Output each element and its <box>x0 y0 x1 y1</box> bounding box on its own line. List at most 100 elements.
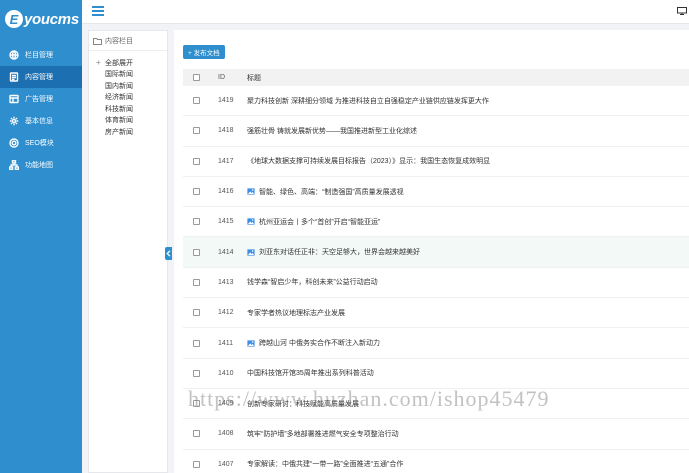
category-tree: + 全部展开 国际新闻 国内新闻 经济新闻 科技新闻 体育新闻 房产新闻 <box>89 51 167 138</box>
tree-node-label: 房产新闻 <box>105 128 133 136</box>
image-icon <box>247 188 255 195</box>
top-bar <box>82 0 689 24</box>
table-row: 1410 中国科技馆开馆35周年推出系列科普活动 <box>183 359 689 389</box>
table-body: 1419 聚力科技创新 深耕细分领域 为推进科技自立自强稳定产业链供应链发挥更大作… <box>183 86 689 473</box>
collapse-panel-button[interactable] <box>165 247 172 260</box>
tree-node-label: 国际新闻 <box>105 71 133 79</box>
sidebar-item-label: 栏目管理 <box>25 52 53 59</box>
row-title-link[interactable]: 中国科技馆开馆35周年推出系列科普活动 <box>247 368 374 378</box>
image-icon <box>247 249 255 256</box>
row-id: 1408 <box>218 430 234 438</box>
target-icon <box>8 137 20 149</box>
row-title-link[interactable]: 钱学森“智启少年，科创未来”公益行动启动 <box>247 277 378 287</box>
tree-node-label: 科技新闻 <box>105 105 133 113</box>
row-id: 1418 <box>218 127 234 135</box>
tree-node[interactable]: 房产新闻 <box>89 126 167 138</box>
row-title-link[interactable]: 专家解读：中俄共建“一带一路”全面推进“五通”合作 <box>247 459 403 469</box>
tree-node-label: 经济新闻 <box>105 94 133 102</box>
image-icon <box>247 339 255 347</box>
row-checkbox[interactable] <box>193 97 200 105</box>
column-header-title: 标题 <box>247 74 261 82</box>
row-title-link[interactable]: 刘亚东对话任正非：天空足够大，世界会越来越美好 <box>259 247 420 257</box>
row-id: 1409 <box>218 400 234 408</box>
table-row: 1417 《地球大数据支撑可持续发展目标报告（2023）》显示：我国生态恢复成效明… <box>183 147 689 177</box>
row-id: 1417 <box>218 157 234 165</box>
tree-node-label: 全部展开 <box>105 59 133 67</box>
row-checkbox[interactable] <box>193 400 200 408</box>
sidebar-item-label: 功能地图 <box>25 162 53 169</box>
tree-node[interactable]: 国际新闻 <box>89 69 167 81</box>
expand-plus-icon[interactable]: + <box>96 58 103 67</box>
gear-icon <box>8 115 20 127</box>
category-tree-header: 内容栏目 <box>89 31 167 51</box>
content-main: + 发布文档 ID 标题 1419 聚力科技创新 深耕细分领域 为推进科技自立自强… <box>174 30 689 473</box>
row-title-link[interactable]: 跨越山河 中俄务实合作不断注入新动力 <box>259 338 380 348</box>
table-header: ID 标题 <box>183 69 689 86</box>
row-checkbox[interactable] <box>193 369 200 377</box>
row-title-link[interactable]: 杭州亚运会丨多个“首创”开启“智能亚运” <box>259 217 380 227</box>
row-id: 1411 <box>218 339 234 347</box>
table-row: 1407 专家解读：中俄共建“一带一路”全面推进“五通”合作 <box>183 450 689 473</box>
row-id: 1414 <box>218 248 234 256</box>
sidebar-item-label: 基本信息 <box>25 118 53 125</box>
row-title-link[interactable]: 《地球大数据支撑可持续发展目标报告（2023）》显示：我国生态恢复成效明显 <box>247 156 490 166</box>
row-title-link[interactable]: 智能、绿色、高端：“制造强国”高质量发展透视 <box>259 187 404 197</box>
row-checkbox[interactable] <box>193 188 200 196</box>
document-icon <box>8 71 20 83</box>
tree-node-label: 体育新闻 <box>105 117 133 125</box>
row-title-link[interactable]: 专家学者热议地理标志产业发展 <box>247 308 345 318</box>
row-title-link[interactable]: 筑牢“防护墙”多地部署推进燃气安全专项整治行动 <box>247 429 399 439</box>
row-checkbox[interactable] <box>193 430 200 438</box>
select-all-checkbox[interactable] <box>193 74 200 81</box>
row-id: 1415 <box>218 218 234 226</box>
sidebar-item-seo-module[interactable]: SEO模块 <box>0 132 82 154</box>
category-tree-title: 内容栏目 <box>105 37 133 45</box>
tree-node[interactable]: 科技新闻 <box>89 103 167 115</box>
tree-node[interactable]: 体育新闻 <box>89 115 167 127</box>
row-checkbox[interactable] <box>193 309 200 317</box>
row-checkbox[interactable] <box>193 460 200 468</box>
table-row: 1419 聚力科技创新 深耕细分领域 为推进科技自立自强稳定产业链供应链发挥更大作 <box>183 86 689 117</box>
tree-node[interactable]: 国内新闻 <box>89 80 167 92</box>
table-row: 1408 筑牢“防护墙”多地部署推进燃气安全专项整治行动 <box>183 419 689 450</box>
table-row: 1418 强筋壮骨 铸就发展新优势——我国推进新型工业化综述 <box>183 116 689 147</box>
image-icon <box>247 218 255 225</box>
row-checkbox[interactable] <box>193 127 200 135</box>
row-id: 1412 <box>218 309 234 317</box>
row-id: 1413 <box>218 278 234 286</box>
row-id: 1416 <box>218 188 234 196</box>
column-header-id: ID <box>218 74 225 81</box>
publish-document-button[interactable]: + 发布文档 <box>183 45 225 59</box>
table-row: 1413 钱学森“智启少年，科创未来”公益行动启动 <box>183 268 689 299</box>
sidebar-item-content-management[interactable]: 内容管理 <box>0 66 82 88</box>
sidebar: E youcms 栏目管理 内容管理 广告管理 基本信息 SEO模块 功能地图 <box>0 0 82 473</box>
layout-icon <box>8 93 20 105</box>
row-id: 1419 <box>218 97 234 105</box>
sidebar-item-function-map[interactable]: 功能地图 <box>0 154 82 176</box>
row-title-link[interactable]: 创新专家研讨：科技赋能高质量发展 <box>247 399 359 409</box>
row-title-link[interactable]: 聚力科技创新 深耕细分领域 为推进科技自立自强稳定产业链供应链发挥更大作 <box>247 96 489 106</box>
monitor-icon[interactable] <box>677 7 687 15</box>
row-id: 1410 <box>218 369 234 377</box>
tree-node-expand-all[interactable]: + 全部展开 <box>89 57 167 69</box>
logo[interactable]: E youcms <box>0 0 82 38</box>
folder-icon <box>93 37 102 45</box>
sidebar-nav: 栏目管理 内容管理 广告管理 基本信息 SEO模块 功能地图 <box>0 44 82 176</box>
tree-node-label: 国内新闻 <box>105 82 133 90</box>
row-checkbox[interactable] <box>193 339 200 347</box>
sidebar-item-ad-management[interactable]: 广告管理 <box>0 88 82 110</box>
globe-icon <box>8 49 20 61</box>
sidebar-item-basic-info[interactable]: 基本信息 <box>0 110 82 132</box>
row-checkbox[interactable] <box>193 157 200 165</box>
tree-node[interactable]: 经济新闻 <box>89 92 167 104</box>
table-row: 1412 专家学者热议地理标志产业发展 <box>183 298 689 329</box>
row-checkbox[interactable] <box>193 278 200 286</box>
row-title-link[interactable]: 强筋壮骨 铸就发展新优势——我国推进新型工业化综述 <box>247 126 417 136</box>
sidebar-item-column-management[interactable]: 栏目管理 <box>0 44 82 66</box>
row-id: 1407 <box>218 460 234 468</box>
sitemap-icon <box>8 159 20 171</box>
hamburger-menu-icon[interactable] <box>92 6 104 16</box>
table-row: 1415 杭州亚运会丨多个“首创”开启“智能亚运” <box>183 207 689 238</box>
row-checkbox[interactable] <box>193 218 200 226</box>
row-checkbox[interactable] <box>193 248 200 256</box>
